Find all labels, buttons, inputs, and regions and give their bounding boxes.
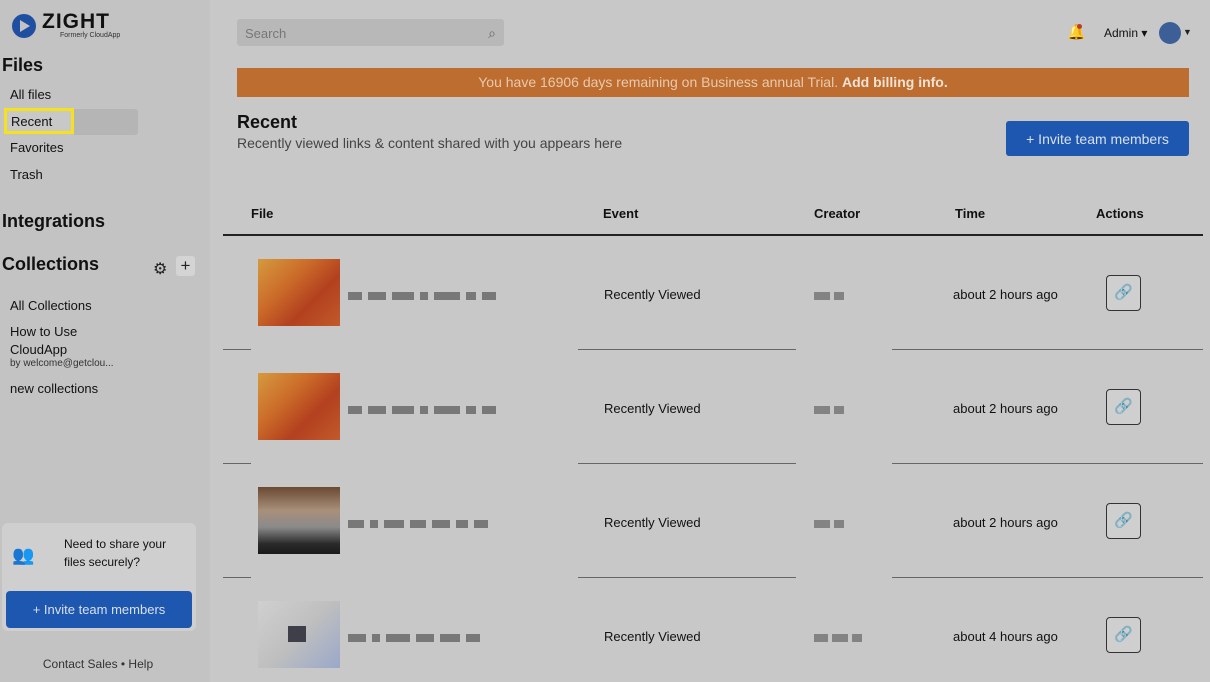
file-thumbnail[interactable] — [258, 259, 340, 326]
file-name-blurred[interactable] — [348, 292, 496, 300]
avatar[interactable] — [1159, 22, 1181, 44]
promo-invite-button[interactable]: + Invite team members — [6, 591, 192, 628]
admin-menu[interactable]: Admin ▾ — [1104, 26, 1147, 40]
search-placeholder: Search — [245, 26, 287, 41]
link-icon: 🔗 — [1114, 626, 1133, 643]
creator-blurred — [814, 292, 844, 300]
sidebar: ZIGHT Formerly CloudApp Files All files … — [0, 0, 210, 682]
file-name-blurred[interactable] — [348, 520, 488, 528]
files-title: Files — [2, 55, 44, 75]
table-row[interactable]: Recently Viewed about 2 hours ago 🔗 — [223, 350, 1203, 464]
sidebar-item-trash[interactable]: Trash — [10, 167, 43, 182]
brand-name: ZIGHT — [42, 10, 110, 33]
sidebar-item-recent[interactable]: Recent — [4, 108, 74, 134]
table-row[interactable]: Recently Viewed about 2 hours ago 🔗 — [223, 236, 1203, 350]
file-name-blurred[interactable] — [348, 406, 496, 414]
add-billing-link[interactable]: Add billing info. — [842, 74, 948, 90]
search-icon[interactable]: ⌕ — [488, 25, 496, 42]
notification-dot — [1077, 24, 1082, 29]
table-row[interactable]: Recently Viewed about 2 hours ago 🔗 — [223, 464, 1203, 578]
column-header-event: Event — [603, 206, 639, 221]
time-label: about 2 hours ago — [953, 287, 1058, 302]
copy-link-button[interactable]: 🔗 — [1106, 275, 1141, 311]
link-icon: 🔗 — [1114, 284, 1133, 301]
copy-link-button[interactable]: 🔗 — [1106, 617, 1141, 653]
collection-how-to-line2[interactable]: CloudApp — [10, 342, 67, 357]
event-label: Recently Viewed — [604, 401, 701, 416]
footer-links[interactable]: Contact Sales • Help — [0, 657, 196, 671]
event-label: Recently Viewed — [604, 287, 701, 302]
banner-text: You have 16906 days remaining on Busines… — [478, 74, 839, 90]
event-label: Recently Viewed — [604, 629, 701, 644]
file-thumbnail[interactable] — [258, 487, 340, 554]
copy-link-button[interactable]: 🔗 — [1106, 389, 1141, 425]
share-promo-card: 👥 Need to share your files securely? + I… — [2, 523, 196, 631]
collections-title: Collections — [2, 254, 100, 274]
recent-active-bg — [74, 109, 138, 135]
integrations-title[interactable]: Integrations — [2, 211, 105, 232]
gear-icon[interactable]: ⚙ — [153, 259, 167, 279]
search-input[interactable]: Search ⌕ — [237, 19, 504, 46]
creator-blurred — [814, 634, 862, 642]
chevron-down-icon[interactable]: ▼ — [1183, 27, 1192, 37]
zight-logo-icon — [12, 13, 36, 38]
column-header-file: File — [251, 206, 274, 221]
collection-all[interactable]: All Collections — [10, 298, 92, 313]
promo-text: Need to share your files securely? — [64, 537, 167, 569]
file-thumbnail[interactable] — [258, 373, 340, 440]
page-subtitle: Recently viewed links & content shared w… — [237, 135, 623, 151]
time-label: about 4 hours ago — [953, 629, 1058, 644]
column-header-actions: Actions — [1096, 206, 1144, 221]
sidebar-item-all-files[interactable]: All files — [10, 87, 51, 102]
creator-blurred — [814, 406, 844, 414]
copy-link-button[interactable]: 🔗 — [1106, 503, 1141, 539]
invite-team-button[interactable]: + Invite team members — [1006, 121, 1189, 156]
collection-owner: by welcome@getclou... — [10, 358, 114, 369]
collection-new[interactable]: new collections — [10, 381, 98, 396]
table-row[interactable]: Recently Viewed about 4 hours ago 🔗 — [223, 578, 1203, 682]
time-label: about 2 hours ago — [953, 515, 1058, 530]
event-label: Recently Viewed — [604, 515, 701, 530]
file-thumbnail[interactable] — [258, 601, 340, 668]
trial-banner: You have 16906 days remaining on Busines… — [237, 68, 1189, 97]
link-icon: 🔗 — [1114, 512, 1133, 529]
team-share-icon: 👥 — [12, 545, 35, 565]
column-header-creator: Creator — [814, 206, 861, 221]
time-label: about 2 hours ago — [953, 401, 1058, 416]
collection-how-to-line1[interactable]: How to Use — [10, 324, 77, 339]
add-collection-button[interactable]: + — [176, 256, 195, 276]
zight-logo[interactable]: ZIGHT Formerly CloudApp — [12, 10, 121, 39]
sidebar-item-favorites[interactable]: Favorites — [10, 140, 63, 155]
page-title: Recent — [237, 112, 298, 132]
brand-sub: Formerly CloudApp — [60, 32, 121, 39]
link-icon: 🔗 — [1114, 398, 1133, 415]
column-header-time: Time — [955, 206, 986, 221]
file-name-blurred[interactable] — [348, 634, 480, 642]
creator-blurred — [814, 520, 844, 528]
